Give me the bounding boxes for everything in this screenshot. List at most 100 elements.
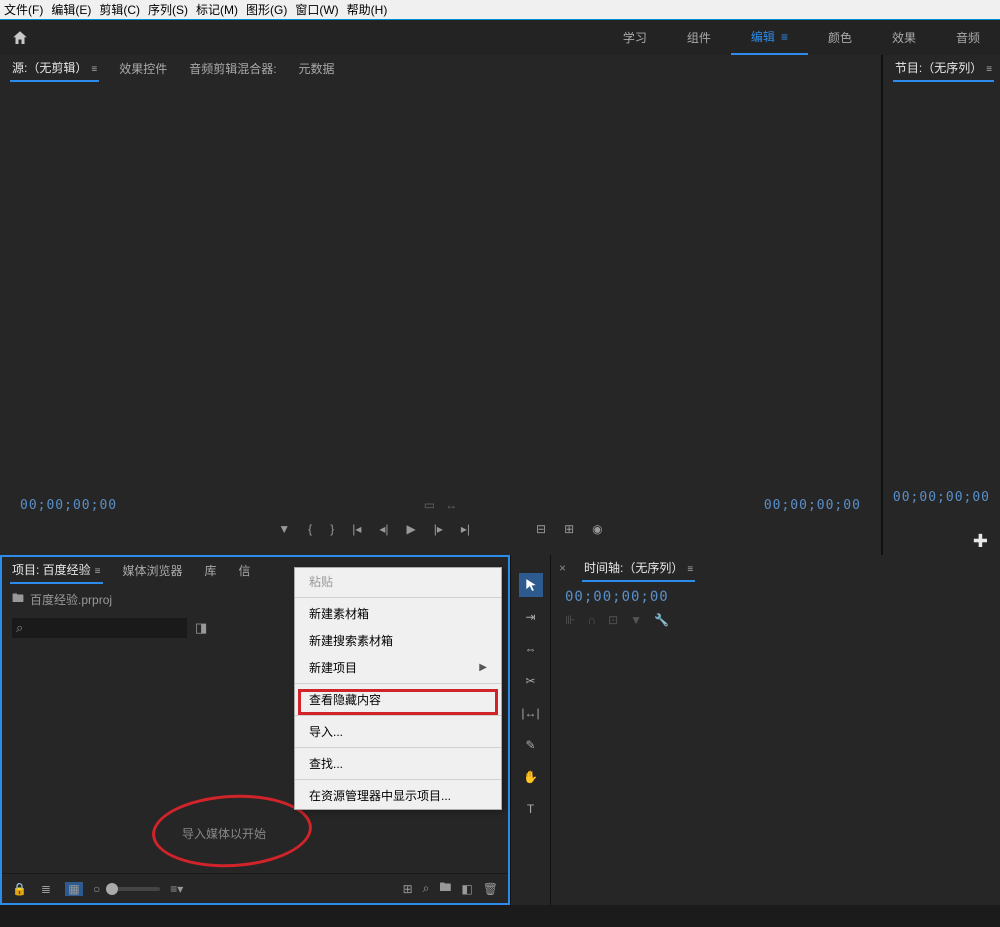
linked-selection-icon[interactable]: ⊡ [608,613,618,627]
marker-add-icon[interactable]: ▼ [630,613,642,627]
cm-show-hidden[interactable]: 查看隐藏内容 [295,686,501,713]
timeline-panel: × 时间轴:（无序列）≡ 00;00;00;00 ⊪ ∩ ⊡ ▼ 🔧 [550,555,1000,905]
menu-help[interactable]: 帮助(H) [347,1,388,18]
ws-tab-audio[interactable]: 音频 [936,20,1000,55]
tab-library[interactable]: 库 [203,558,219,583]
step-back-icon[interactable]: ◂| [379,522,388,536]
menu-marker[interactable]: 标记(M) [196,1,238,18]
home-icon[interactable] [0,29,40,47]
trash-icon[interactable]: 🗑 [483,882,498,896]
out-point-icon[interactable]: } [330,522,334,536]
track-select-tool-icon[interactable]: ⇥ [519,605,543,629]
ws-tab-color[interactable]: 颜色 [808,20,872,55]
play-icon[interactable]: ▶ [406,522,415,536]
tab-menu-icon[interactable]: ≡ [95,566,101,577]
tab-timeline[interactable]: 时间轴:（无序列）≡ [582,555,695,582]
program-tc[interactable]: 00;00;00;00 [883,482,1000,513]
type-tool-icon[interactable]: T [519,797,543,821]
chevron-right-icon: ▶ [479,662,487,673]
cm-new-bin[interactable]: 新建素材箱 [295,600,501,627]
menu-file[interactable]: 文件(F) [4,1,43,18]
project-bottom-toolbar: 🔒 ≣ ▦ ○ ≡▾ ⊞ ⌕ 🖿 ◧ 🗑 [2,873,508,903]
project-filename: 百度经验.prproj [30,591,112,608]
program-monitor-panel: 节目:（无序列）≡ 00;00;00;00 ✚ [881,55,1000,555]
goto-out-icon[interactable]: ▸| [461,522,470,536]
settings-icon[interactable]: 🔧 [654,613,669,627]
tab-effect-controls[interactable]: 效果控件 [117,56,169,81]
cm-import[interactable]: 导入... [295,718,501,745]
razor-tool-icon[interactable]: ✂ [519,669,543,693]
icon-view-icon[interactable]: ▦ [65,882,83,896]
new-bin-icon[interactable]: 🖿 [439,878,451,899]
program-viewport [883,81,1000,482]
sort-icon[interactable]: ≡▾ [170,882,183,896]
tab-metadata[interactable]: 元数据 [297,56,337,81]
lock-icon[interactable]: 🔒 [12,882,27,896]
automate-icon[interactable]: ⊞ [403,882,413,896]
overwrite-icon[interactable]: ⊞ [564,522,574,536]
menu-edit[interactable]: 编辑(E) [51,1,91,18]
tab-media-browser[interactable]: 媒体浏览器 [121,558,185,583]
marker-icon[interactable]: ▼ [278,522,290,536]
cm-new-search-bin[interactable]: 新建搜索素材箱 [295,627,501,654]
workspace-tabs: 学习 组件 编辑≡ 颜色 效果 音频 [603,20,1000,55]
tab-menu-icon[interactable]: ≡ [687,564,693,575]
slip-tool-icon[interactable]: |↔| [519,701,543,725]
goto-in-icon[interactable]: |◂ [352,522,361,536]
hand-tool-icon[interactable]: ✋ [519,765,543,789]
tab-info[interactable]: 信 [237,558,253,583]
ripple-edit-tool-icon[interactable]: ⇔ [519,637,543,661]
zoom-slider[interactable] [110,887,160,891]
menu-window[interactable]: 窗口(W) [295,1,338,18]
add-button-icon[interactable]: ✚ [973,531,988,552]
insert-icon[interactable]: ⊟ [536,522,546,536]
source-viewport [0,81,881,495]
menu-graphics[interactable]: 图形(G) [246,1,287,18]
menu-sequence[interactable]: 序列(S) [148,1,188,18]
tab-menu-icon[interactable]: ≡ [986,64,992,75]
magnet-icon[interactable]: ∩ [587,613,596,627]
fit-icon[interactable]: ▭ [424,498,435,512]
resolution-icon[interactable]: ↔ [445,498,457,512]
selection-tool-icon[interactable] [519,573,543,597]
cm-reveal[interactable]: 在资源管理器中显示项目... [295,782,501,809]
context-menu: 粘贴 新建素材箱 新建搜索素材箱 新建项目▶ 查看隐藏内容 导入... 查找..… [294,567,502,810]
export-frame-icon[interactable]: ◉ [592,522,602,536]
timeline-header-icons: ⊪ ∩ ⊡ ▼ 🔧 [551,613,1000,627]
source-transport: ▼ { } |◂ ◂| ▶ |▸ ▸| ⊟ ⊞ ◉ [0,515,881,543]
folder-icon: 🖿 [12,589,24,610]
source-tc-in[interactable]: 00;00;00;00 [20,498,117,513]
step-forward-icon[interactable]: |▸ [434,522,443,536]
list-view-icon[interactable]: ≣ [37,882,55,896]
hamburger-icon[interactable]: ≡ [781,30,788,44]
snap-icon[interactable]: ⊪ [565,613,575,627]
top-toolbar: 学习 组件 编辑≡ 颜色 效果 音频 [0,20,1000,55]
pen-tool-icon[interactable]: ✎ [519,733,543,757]
source-tc-out[interactable]: 00;00;00;00 [764,498,861,513]
cm-paste: 粘贴 [295,568,501,595]
import-hint-text: 导入媒体以开始 [182,825,266,842]
tab-source[interactable]: 源:（无剪辑）≡ [10,55,99,82]
source-panel-tabs: 源:（无剪辑）≡ 效果控件 音频剪辑混合器: 元数据 [0,55,881,81]
source-monitor-panel: 源:（无剪辑）≡ 效果控件 音频剪辑混合器: 元数据 00;00;00;00 ▭… [0,55,881,555]
tab-project[interactable]: 项目: 百度经验≡ [10,557,103,584]
close-icon[interactable]: × [559,561,566,575]
new-item-icon[interactable]: ◧ [461,882,472,896]
ws-tab-assembly[interactable]: 组件 [667,20,731,55]
timeline-tracks-area[interactable] [551,627,1000,905]
filter-icon[interactable]: ◨ [195,620,207,636]
ws-tab-effects[interactable]: 效果 [872,20,936,55]
ws-tab-learn[interactable]: 学习 [603,20,667,55]
in-point-icon[interactable]: { [308,522,312,536]
menu-clip[interactable]: 剪辑(C) [99,1,140,18]
ws-tab-editing[interactable]: 编辑≡ [731,20,808,55]
cm-new-item[interactable]: 新建项目▶ [295,654,501,681]
tab-program[interactable]: 节目:（无序列）≡ [893,55,994,82]
tab-audio-mixer[interactable]: 音频剪辑混合器: [187,56,278,81]
cm-find[interactable]: 查找... [295,750,501,777]
find-icon[interactable]: ⌕ [423,881,430,896]
search-input[interactable] [12,618,187,638]
freeform-view-icon[interactable]: ○ [93,882,100,896]
tab-menu-icon[interactable]: ≡ [91,64,97,75]
timeline-tc[interactable]: 00;00;00;00 [551,581,1000,613]
